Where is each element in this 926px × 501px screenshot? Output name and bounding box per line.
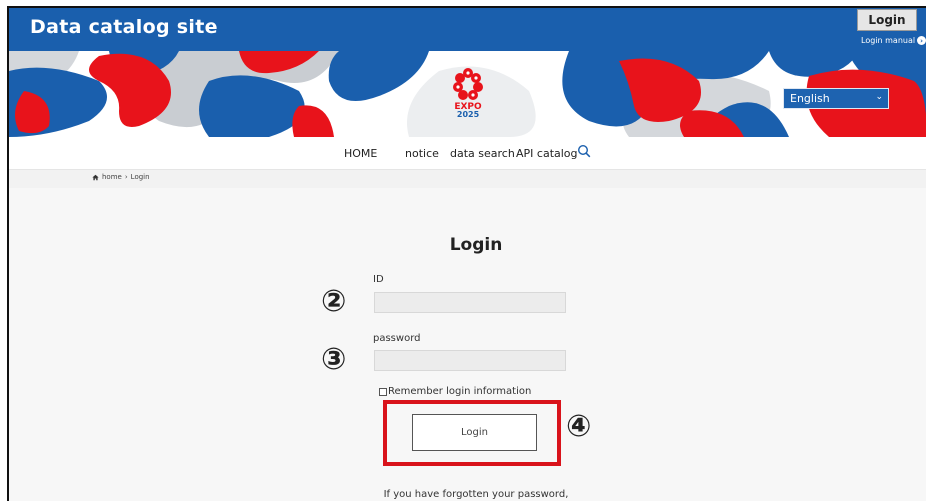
id-input[interactable]	[374, 292, 566, 313]
language-selected: English	[790, 92, 830, 105]
password-input[interactable]	[374, 350, 566, 371]
svg-text:2025: 2025	[457, 110, 480, 119]
step-4-marker: ④	[566, 409, 592, 444]
language-select[interactable]: English ⌄	[783, 88, 889, 109]
nav-item-notice[interactable]: notice	[405, 147, 439, 160]
remember-label: Remember login information	[388, 386, 532, 397]
site-header: Data catalog site Login Login manual ›	[9, 8, 926, 51]
remember-login-checkbox[interactable]: Remember login information	[379, 386, 531, 397]
main-nav: HOME notice data search API catalog	[9, 137, 926, 170]
step-3-marker: ③	[321, 342, 347, 377]
login-submit-button[interactable]: Login	[412, 414, 537, 451]
checkbox-icon[interactable]	[379, 387, 387, 396]
arrow-right-icon: ›	[917, 36, 926, 45]
login-manual-link[interactable]: Login manual ›	[861, 36, 926, 45]
hero-banner: EXPO 2025 English ⌄	[9, 51, 926, 137]
header-login-button[interactable]: Login	[857, 9, 917, 31]
search-icon[interactable]	[577, 144, 591, 158]
nav-item-home[interactable]: HOME	[344, 147, 377, 160]
site-title[interactable]: Data catalog site	[30, 16, 218, 38]
chevron-down-icon: ⌄	[875, 92, 883, 102]
login-section: Login ID ② password ③ Remember login inf…	[9, 188, 926, 501]
forgot-password-text: If you have forgotten your password,	[383, 489, 569, 500]
nav-item-data-search[interactable]: data search	[450, 147, 515, 160]
page-title: Login	[449, 235, 503, 255]
breadcrumb-current: Login	[130, 173, 150, 181]
login-manual-label: Login manual	[861, 36, 916, 45]
browser-viewport: Data catalog site Login Login manual › E…	[7, 6, 926, 501]
password-label: password	[373, 333, 421, 344]
home-icon	[92, 174, 99, 180]
id-label: ID	[373, 274, 384, 285]
breadcrumb-home[interactable]: home	[102, 173, 122, 181]
breadcrumb-separator: ›	[124, 173, 128, 181]
breadcrumb: home › Login	[9, 170, 926, 188]
nav-item-api-catalog[interactable]: API catalog	[516, 147, 578, 160]
step-2-marker: ②	[321, 284, 347, 319]
